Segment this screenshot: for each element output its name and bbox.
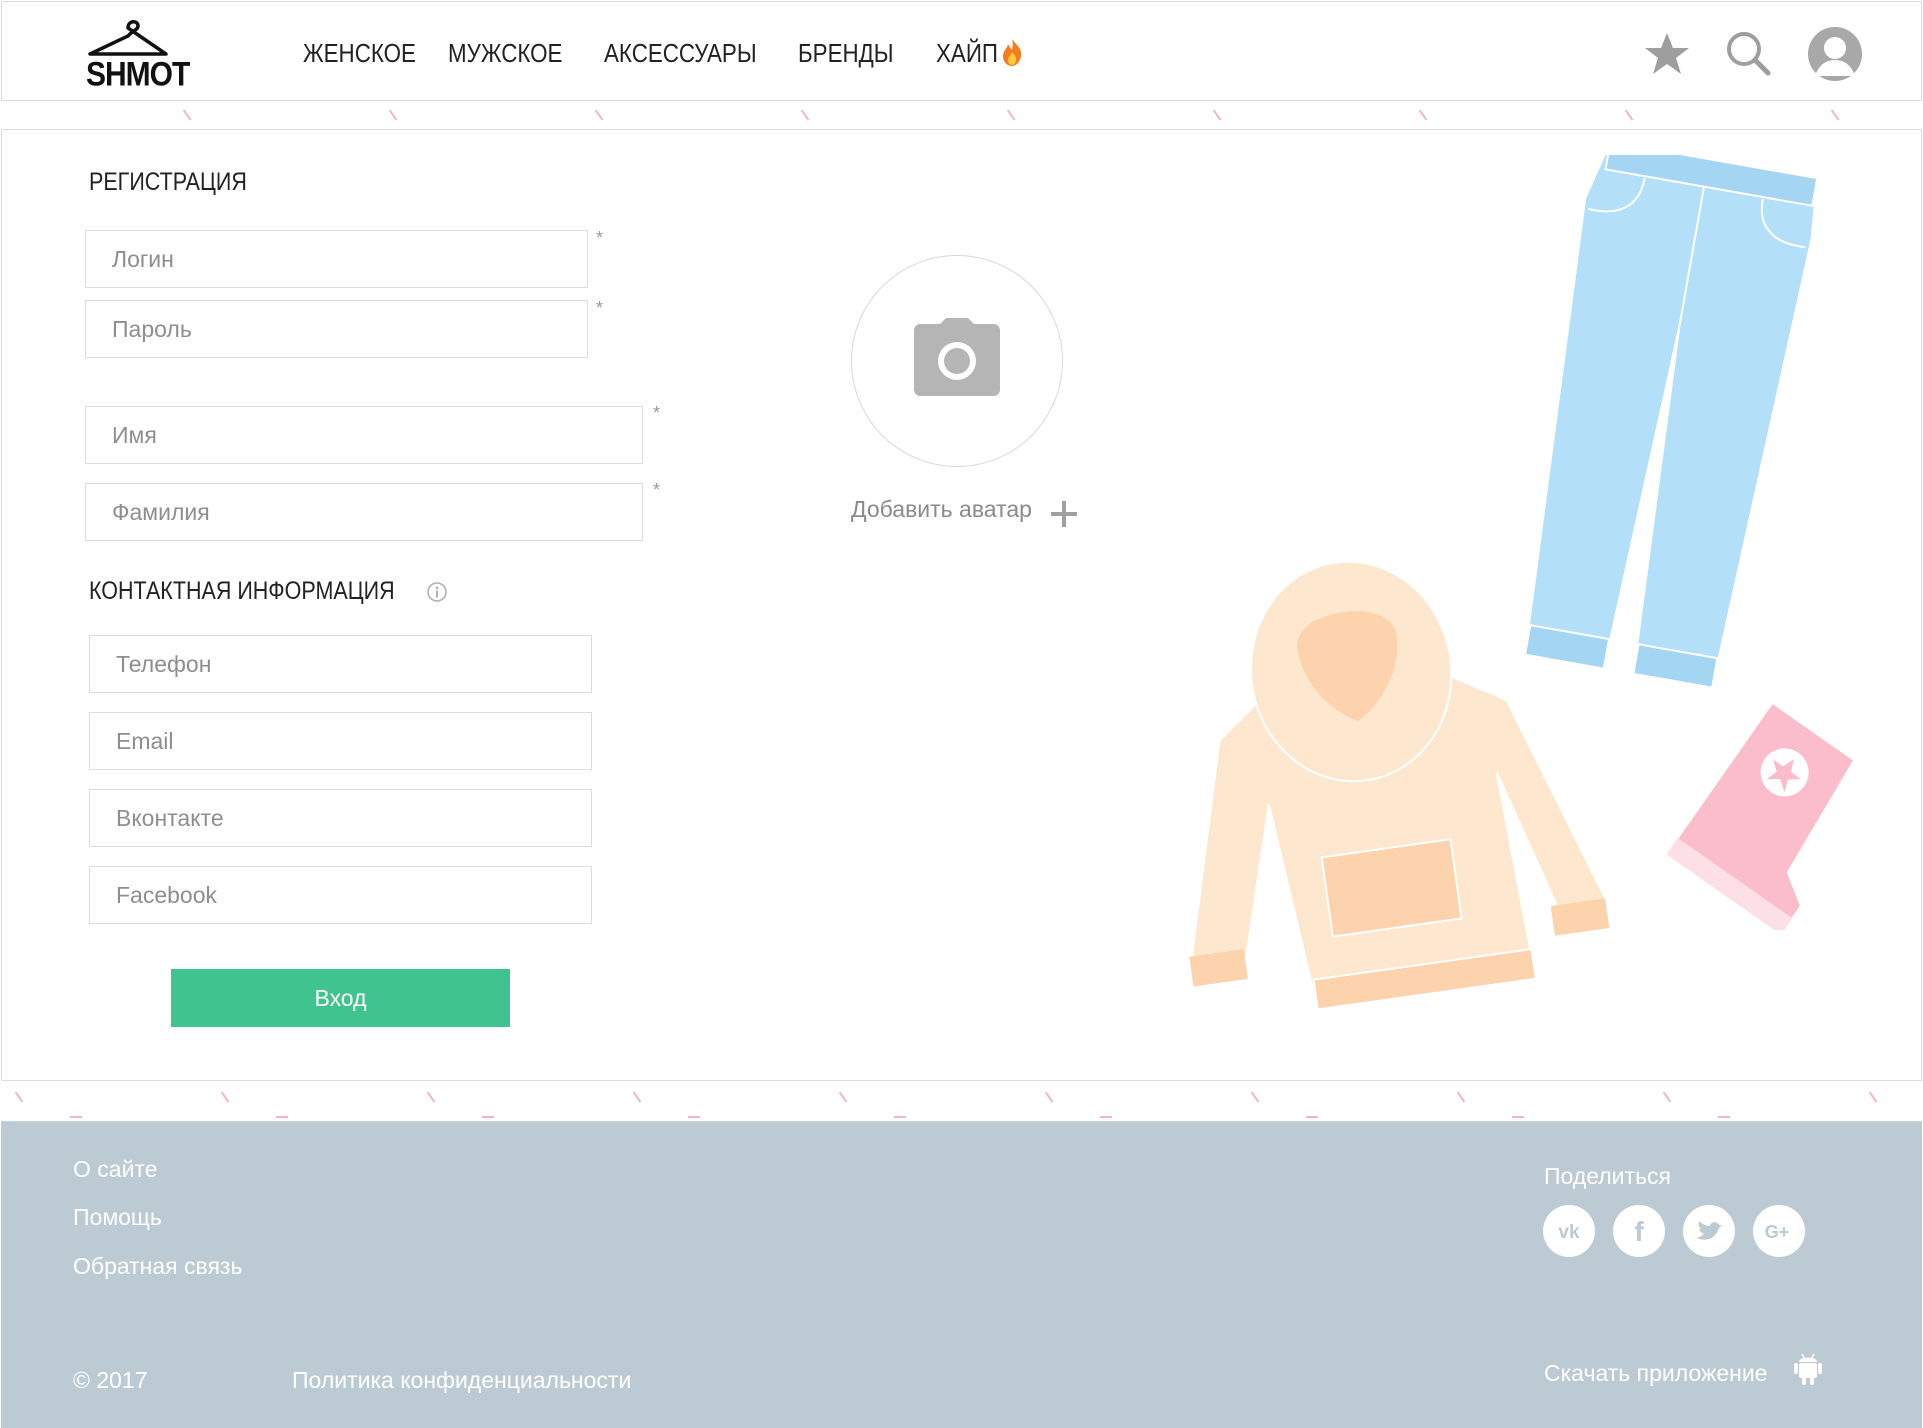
- email-input[interactable]: [90, 713, 591, 769]
- fire-icon: [1003, 39, 1022, 66]
- logo-text: SHMOT: [86, 55, 190, 94]
- google-plus-icon[interactable]: G+: [1753, 1205, 1805, 1257]
- download-app-link[interactable]: Скачать приложение: [1544, 1360, 1767, 1387]
- facebook-input[interactable]: [90, 867, 591, 923]
- footer-link-help[interactable]: Помощь: [73, 1204, 162, 1231]
- facebook-icon[interactable]: f: [1613, 1205, 1665, 1257]
- site-header: SHMOT ЖЕНСКОЕ МУЖСКОЕ АКСЕССУАРЫ БРЕНДЫ …: [1, 1, 1922, 101]
- name-field[interactable]: [85, 406, 643, 464]
- nav-hype[interactable]: ХАЙП: [936, 38, 998, 69]
- nav-brands[interactable]: БРЕНДЫ: [798, 38, 894, 69]
- android-icon[interactable]: [1793, 1350, 1823, 1386]
- privacy-link[interactable]: Политика конфиденциальности: [292, 1367, 631, 1394]
- vk-field[interactable]: [89, 789, 592, 847]
- nav-women[interactable]: ЖЕНСКОЕ: [303, 38, 416, 69]
- copyright: © 2017: [73, 1367, 148, 1393]
- surname-field[interactable]: [85, 483, 643, 541]
- name-input[interactable]: [86, 407, 642, 463]
- user-avatar-icon[interactable]: [1807, 26, 1863, 82]
- svg-text:vk: vk: [1558, 1222, 1580, 1243]
- twitter-icon[interactable]: [1683, 1205, 1735, 1257]
- login-button[interactable]: Вход: [171, 969, 510, 1027]
- phone-field[interactable]: [89, 635, 592, 693]
- nav-men[interactable]: МУЖСКОЕ: [448, 38, 562, 69]
- camera-icon: [914, 318, 1000, 396]
- nav-accessories[interactable]: АКСЕССУАРЫ: [604, 38, 757, 69]
- required-mark: *: [596, 228, 604, 248]
- footer-link-feedback[interactable]: Обратная связь: [73, 1253, 242, 1280]
- required-mark: *: [596, 298, 604, 318]
- registration-title: РЕГИСТРАЦИЯ: [89, 168, 247, 196]
- search-icon[interactable]: [1725, 30, 1771, 76]
- star-icon[interactable]: [1644, 32, 1690, 76]
- hoodie-illustration: [1189, 560, 1610, 1011]
- vk-icon[interactable]: vk: [1543, 1205, 1595, 1257]
- password-input[interactable]: [86, 301, 587, 357]
- password-field[interactable]: [85, 300, 588, 358]
- share-label: Поделиться: [1544, 1163, 1672, 1189]
- login-input[interactable]: [86, 231, 587, 287]
- sneaker-illustration: [1667, 701, 1856, 930]
- plus-icon[interactable]: [1050, 500, 1078, 528]
- decorative-strip-bottom: [0, 1083, 1923, 1121]
- info-icon[interactable]: [426, 581, 448, 603]
- footer-link-about[interactable]: О сайте: [73, 1156, 158, 1183]
- login-field[interactable]: [85, 230, 588, 288]
- facebook-field[interactable]: [89, 866, 592, 924]
- svg-text:G+: G+: [1765, 1222, 1790, 1242]
- contact-title: КОНТАКТНАЯ ИНФОРМАЦИЯ: [89, 577, 395, 605]
- add-avatar-label[interactable]: Добавить аватар: [851, 496, 1032, 523]
- decorative-strip-top: [0, 102, 1923, 128]
- required-mark: *: [653, 403, 661, 423]
- email-field[interactable]: [89, 712, 592, 770]
- logo[interactable]: SHMOT: [86, 14, 190, 94]
- phone-input[interactable]: [90, 636, 591, 692]
- svg-text:f: f: [1634, 1216, 1644, 1247]
- avatar-upload[interactable]: [851, 255, 1063, 467]
- vk-input[interactable]: [90, 790, 591, 846]
- surname-input[interactable]: [86, 484, 642, 540]
- site-footer: О сайте Помощь Обратная связь © 2017 Пол…: [1, 1121, 1922, 1428]
- registration-card: РЕГИСТРАЦИЯ * * * * КОНТАКТНАЯ ИНФОРМАЦИ…: [1, 129, 1922, 1081]
- required-mark: *: [653, 480, 661, 500]
